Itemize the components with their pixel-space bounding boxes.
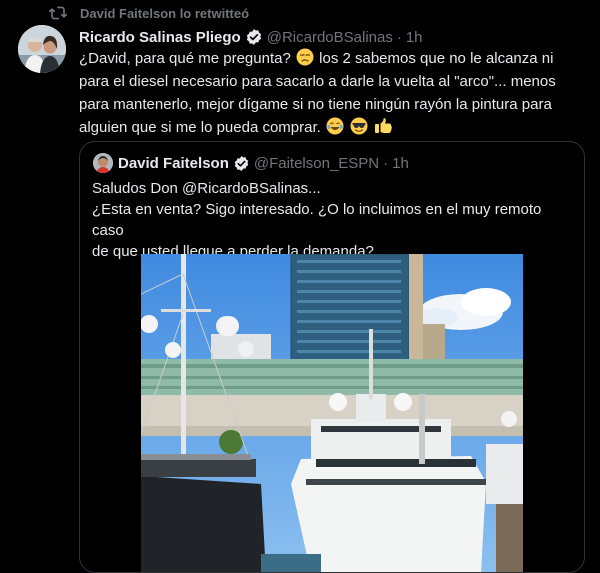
unamused-face-icon bbox=[296, 48, 314, 66]
retweet-context: David Faitelson lo retwitteó bbox=[0, 0, 600, 28]
thumbs-up-icon bbox=[375, 118, 393, 133]
retweet-label[interactable]: David Faitelson lo retwitteó bbox=[80, 6, 249, 21]
tweet-header: Ricardo Salinas Pliego @RicardoBSalinas … bbox=[79, 26, 423, 48]
face-with-tears-of-joy-icon bbox=[326, 117, 344, 135]
quoted-tweet-timestamp[interactable]: 1h bbox=[392, 155, 409, 172]
quoted-author-avatar[interactable] bbox=[93, 153, 113, 173]
smiling-face-with-sunglasses-icon bbox=[350, 117, 368, 135]
verified-badge-icon bbox=[234, 155, 249, 171]
separator-dot: · bbox=[383, 154, 389, 172]
yacht-photo-image bbox=[141, 254, 523, 572]
author-handle[interactable]: @RicardoBSalinas bbox=[267, 29, 393, 46]
quoted-text-line: ¿Esta en venta? Sigo interesado. ¿O lo i… bbox=[92, 201, 542, 239]
quoted-tweet-text: Saludos Don @RicardoBSalinas... ¿Esta en… bbox=[92, 178, 572, 262]
quoted-author-name[interactable]: David Faitelson bbox=[118, 155, 229, 172]
author-avatar[interactable] bbox=[18, 25, 66, 73]
quoted-tweet-header: David Faitelson @Faitelson_ESPN · 1h bbox=[118, 152, 409, 174]
quoted-text-line: Saludos Don @RicardoBSalinas... bbox=[92, 180, 321, 197]
tweet-text-part-1: ¿David, para qué me pregunta? bbox=[79, 50, 291, 67]
yacht-marina-photo[interactable] bbox=[141, 254, 523, 572]
verified-badge-icon bbox=[246, 29, 261, 45]
quoted-avatar-photo-icon bbox=[93, 153, 113, 173]
tweet-timestamp[interactable]: 1h bbox=[406, 29, 423, 46]
retweet-icon bbox=[48, 6, 68, 20]
author-name[interactable]: Ricardo Salinas Pliego bbox=[79, 29, 241, 46]
avatar-photo-icon bbox=[18, 25, 66, 73]
quoted-author-handle[interactable]: @Faitelson_ESPN bbox=[254, 155, 379, 172]
quoted-tweet-card[interactable]: David Faitelson @Faitelson_ESPN · 1h Sal… bbox=[79, 141, 585, 573]
tweet-text: ¿David, para qué me pregunta? los 2 sabe… bbox=[79, 47, 579, 139]
separator-dot: · bbox=[396, 28, 402, 46]
